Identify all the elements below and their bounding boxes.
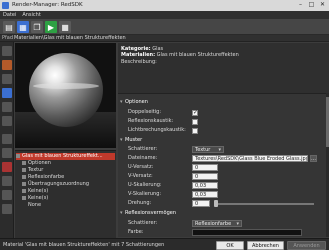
- v-scale-field[interactable]: 0,03: [192, 191, 218, 198]
- u-offset-label: U-Versatz:: [128, 164, 154, 170]
- light-caustic-checkbox[interactable]: [192, 128, 198, 134]
- filename-label: Dateiname:: [128, 155, 158, 161]
- tool-icon-11[interactable]: [2, 190, 12, 200]
- tool-icon-7[interactable]: [2, 134, 12, 144]
- tree-item[interactable]: Reflexionfarbe: [22, 174, 64, 181]
- v-scale-label: V-Skalierung:: [128, 191, 162, 197]
- menu-datei[interactable]: Datei: [3, 11, 16, 19]
- refl-caustic-checkbox[interactable]: [192, 119, 198, 125]
- rotation-label: Drehung:: [128, 200, 152, 206]
- light-caustic-label: Lichtbrechungskaustik:: [128, 127, 186, 133]
- reflection-shader-select[interactable]: Reflexionfarbe: [192, 220, 242, 228]
- app-icon: [2, 2, 9, 9]
- section-options[interactable]: ▾ Optionen: [120, 99, 148, 106]
- double-sided-checkbox[interactable]: [192, 110, 198, 116]
- path-prefix: Pfad: [2, 35, 14, 41]
- maximize-icon[interactable]: □: [307, 1, 316, 9]
- tree-item[interactable]: Keine(s): [22, 188, 48, 195]
- close-icon[interactable]: ✕: [318, 1, 327, 9]
- tree-item[interactable]: Übertragungszuordnung: [22, 181, 89, 188]
- rotation-slider[interactable]: [214, 203, 314, 205]
- left-tool-strip: [0, 42, 14, 238]
- browse-button[interactable]: …: [310, 155, 317, 162]
- section-pattern[interactable]: ▾ Muster: [120, 137, 142, 144]
- ok-button[interactable]: OK: [216, 241, 244, 250]
- pattern-shader-label: Schattierer:: [128, 146, 158, 152]
- tree-item[interactable]: Textur: [22, 167, 43, 174]
- tool-icon-8[interactable]: [2, 148, 12, 158]
- reflection-color-label: Farbe:: [128, 229, 144, 235]
- copy-icon[interactable]: ❐: [31, 21, 43, 33]
- tool-icon-10[interactable]: [2, 176, 12, 186]
- tool-icon-9[interactable]: [2, 162, 12, 172]
- u-scale-label: U-Skalierung:: [128, 182, 162, 188]
- tool-icon-2[interactable]: [2, 60, 12, 70]
- glass-material-icon: [16, 153, 20, 158]
- tree-item[interactable]: Keine(s): [22, 195, 48, 202]
- u-scale-field[interactable]: 0,03: [192, 182, 218, 189]
- pattern-shader-select[interactable]: Textur: [192, 146, 224, 154]
- cancel-button[interactable]: Abbrechen: [247, 241, 284, 250]
- refl-caustic-label: Reflexionskaustik:: [128, 118, 174, 124]
- stop-icon[interactable]: ■: [59, 21, 71, 33]
- v-offset-field[interactable]: 0: [192, 173, 218, 180]
- material-info: Kategorie: Glas Materialien: Glas mit bl…: [118, 43, 329, 93]
- filename-field[interactable]: Textures\RedSDK\Glass Blue Eroded Glass.…: [192, 155, 308, 162]
- preview-sphere-highlight: [33, 83, 99, 89]
- menu-ansicht[interactable]: Ansicht: [22, 11, 40, 19]
- node-icon: [22, 181, 26, 186]
- node-icon: [22, 174, 26, 179]
- tool-icon-6[interactable]: [2, 116, 12, 126]
- shader-tree: Glas mit blauen Strukturеffekt... Option…: [15, 150, 116, 238]
- save-icon[interactable]: ▦: [17, 21, 29, 33]
- double-sided-label: Doppelseitig:: [128, 109, 162, 115]
- node-icon: [22, 195, 26, 200]
- new-icon[interactable]: ▤: [3, 21, 15, 33]
- toolbar: ▤ ▦ ❐ ▶ ■: [0, 19, 329, 35]
- window-title: Render-Manager: RedSDK: [12, 2, 83, 8]
- rotation-field[interactable]: 0: [192, 200, 210, 207]
- node-icon: [22, 160, 26, 165]
- section-reflection[interactable]: ▾ Reflexionsvermögen: [120, 210, 176, 217]
- node-icon: [22, 188, 26, 193]
- tool-icon-4[interactable]: [2, 88, 12, 98]
- tool-icon-3[interactable]: [2, 74, 12, 84]
- u-offset-field[interactable]: 0: [192, 164, 218, 171]
- apply-button[interactable]: Anwenden: [287, 241, 326, 250]
- tree-item[interactable]: Optionen: [22, 160, 51, 167]
- path-field[interactable]: Materialien\Glas mit blauen Strukturеffe…: [14, 35, 126, 42]
- reflection-color-swatch[interactable]: [192, 229, 302, 236]
- rotation-slider-knob[interactable]: [214, 200, 218, 207]
- node-icon: [22, 167, 26, 172]
- status-bar: Material 'Glas mit blauen Strukturеffekt…: [0, 238, 329, 250]
- properties-panel: ▾Optionen Doppelseitig: Reflexionskausti…: [118, 93, 326, 237]
- play-icon[interactable]: ▶: [45, 21, 57, 33]
- window-controls: – □ ✕: [296, 1, 327, 9]
- tool-icon-5[interactable]: [2, 102, 12, 112]
- status-text: Material 'Glas mit blauen Strukturеffekt…: [3, 242, 165, 248]
- tree-root[interactable]: Glas mit blauen Strukturеffekt...: [16, 153, 115, 160]
- tool-icon-1[interactable]: [2, 46, 12, 56]
- reflection-shader-label: Schattierer:: [128, 220, 158, 226]
- preview-sphere: [29, 53, 103, 127]
- path-bar: Pfad Materialien\Glas mit blauen Struktu…: [0, 35, 329, 42]
- minimize-icon[interactable]: –: [296, 1, 305, 9]
- tree-item[interactable]: None: [28, 202, 41, 209]
- v-offset-label: V-Versatz:: [128, 173, 153, 179]
- material-preview: [15, 43, 116, 148]
- title-bar: Render-Manager: RedSDK – □ ✕: [0, 0, 329, 11]
- tool-icon-12[interactable]: [2, 204, 12, 214]
- description-line: Beschreibung:: [121, 58, 157, 65]
- menu-bar: Datei Ansicht: [0, 11, 329, 19]
